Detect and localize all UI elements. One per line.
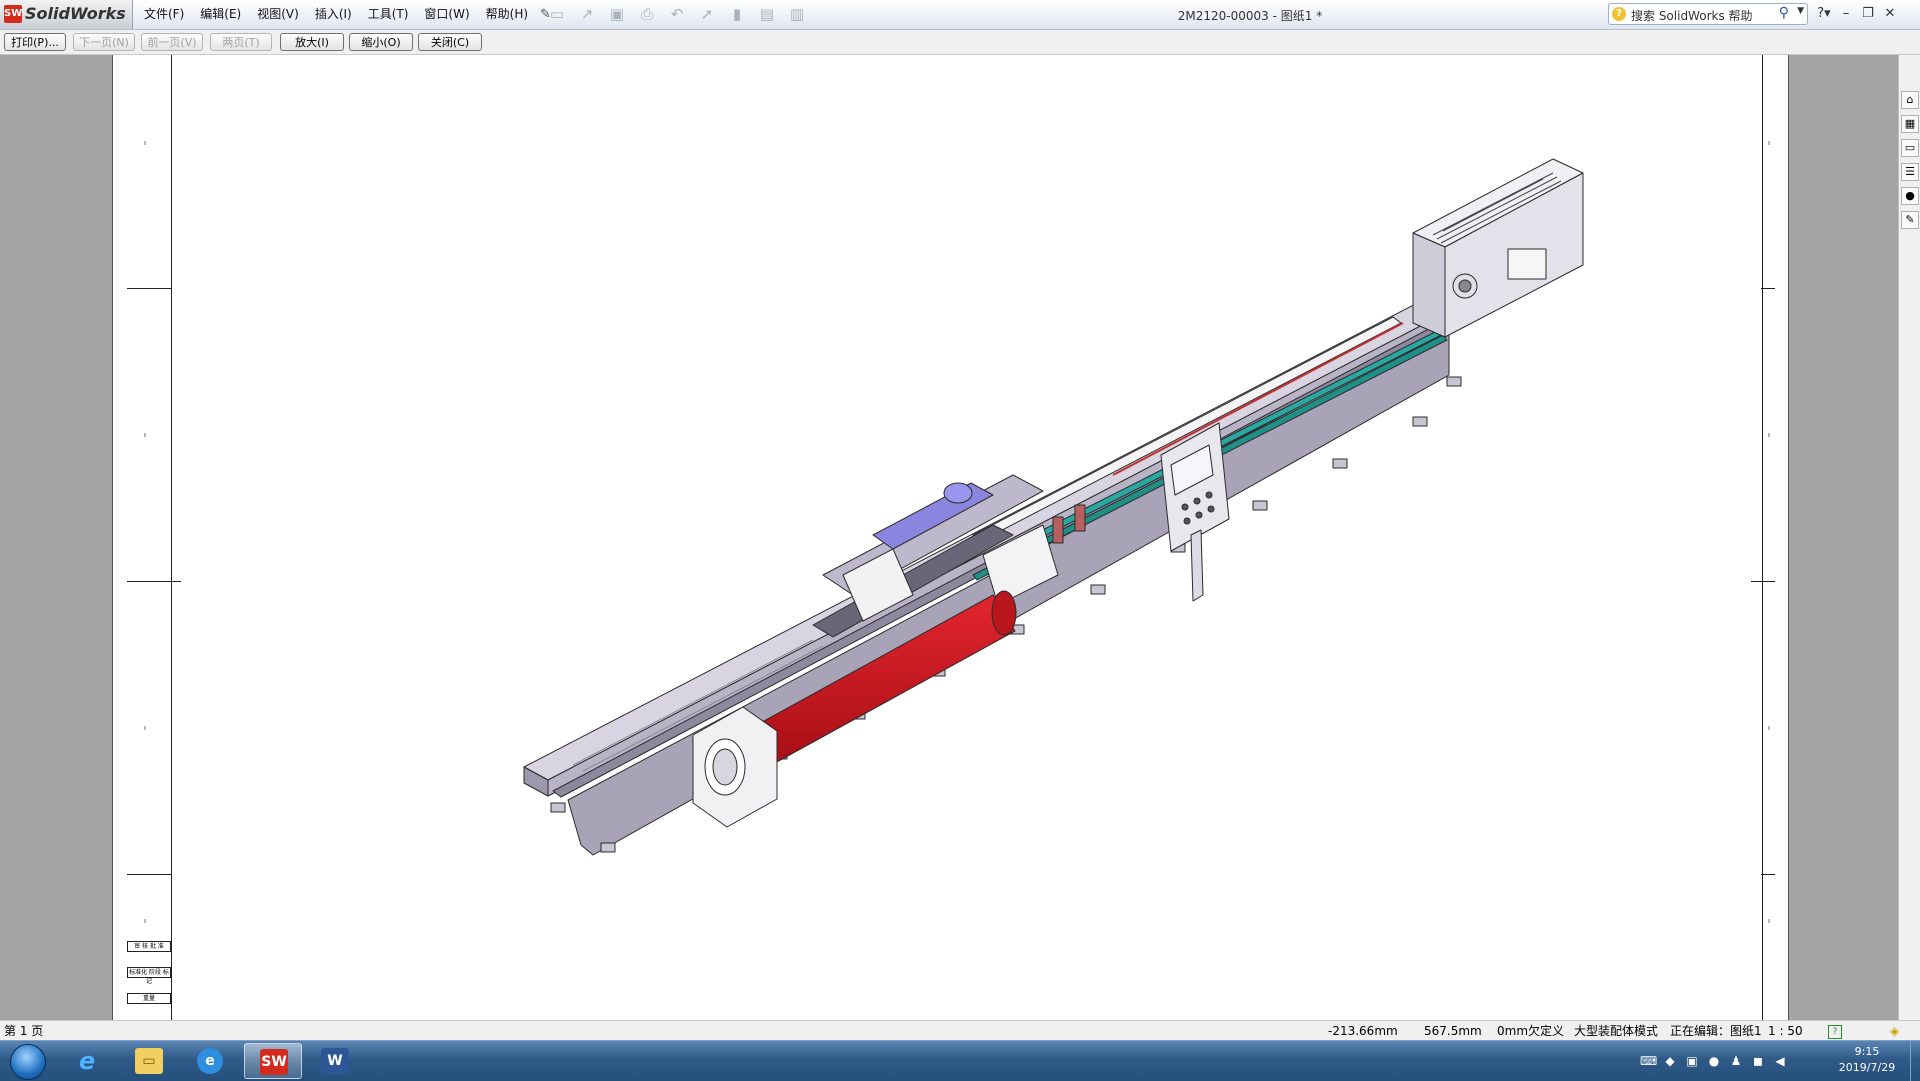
- menu-tools[interactable]: 工具(T): [360, 0, 417, 29]
- ie-icon: e: [197, 1048, 223, 1074]
- two-pages-button[interactable]: 两页(T): [210, 33, 272, 51]
- shield-icon[interactable]: ◆: [1662, 1053, 1678, 1069]
- new-document-icon[interactable]: ▭: [544, 4, 570, 24]
- next-page-button[interactable]: 下一页(N): [73, 33, 135, 51]
- start-orb-icon: [10, 1044, 46, 1080]
- post: [1074, 504, 1086, 532]
- restore-icon[interactable]: ❐: [1858, 4, 1878, 24]
- x-coordinate: -213.66mm: [1328, 1024, 1398, 1038]
- help-search-box[interactable]: ? 搜索 SolidWorks 帮助 ⚲ ▼: [1608, 3, 1808, 25]
- solidworks-logo[interactable]: SW SolidWorks: [0, 0, 133, 29]
- options-icon[interactable]: ▥: [784, 4, 810, 24]
- help-search-input[interactable]: 搜索 SolidWorks 帮助: [1631, 7, 1753, 24]
- network-icon[interactable]: ▣: [1684, 1053, 1700, 1069]
- clock-date: 2019/7/29: [1838, 1061, 1896, 1074]
- resources-icon[interactable]: ▦: [1901, 115, 1919, 133]
- headstock-window: [1507, 248, 1547, 280]
- page-indicator: 第 1 页: [4, 1024, 44, 1038]
- window-controls: ?▾ – ❐ ✕: [1814, 4, 1900, 24]
- drawing-sheet: ı ı ı ı ı ı ı ı 审 核 批 准 标准化 阶段 标记 重量: [112, 55, 1789, 1020]
- control-pillar: [1190, 529, 1204, 602]
- status-bar: 第 1 页 -213.66mm 567.5mm 0mm 欠定义 大型装配体模式 …: [0, 1020, 1920, 1041]
- taskbar-ie[interactable]: e: [58, 1043, 116, 1079]
- save-icon[interactable]: ▣: [604, 4, 630, 24]
- clock-time: 9:15: [1854, 1045, 1880, 1058]
- search-icon[interactable]: ⚲: [1779, 5, 1789, 21]
- definition-status: 欠定义: [1528, 1024, 1565, 1038]
- solidworks-icon: SW: [4, 5, 22, 23]
- word-icon: W: [321, 1048, 349, 1074]
- post: [1052, 516, 1064, 544]
- explorer-icon: ▭: [135, 1048, 163, 1074]
- menu-edit[interactable]: 编辑(E): [192, 0, 249, 29]
- guard-roll: [943, 482, 973, 504]
- system-clock[interactable]: 9:15 2019/7/29: [1822, 1044, 1912, 1076]
- help-question-icon: ?: [1612, 7, 1626, 21]
- solidworks-tray-icon[interactable]: ◼: [1750, 1053, 1766, 1069]
- file-properties-icon[interactable]: ▤: [754, 4, 780, 24]
- menu-file[interactable]: 文件(F): [136, 0, 192, 29]
- zoom-in-button[interactable]: 放大(I): [280, 33, 344, 51]
- rebuild-icon[interactable]: ▮: [724, 4, 750, 24]
- qq-icon[interactable]: ♟: [1728, 1053, 1744, 1069]
- menu-view[interactable]: 视图(V): [249, 0, 307, 29]
- menu-window[interactable]: 窗口(W): [416, 0, 477, 29]
- wechat-icon[interactable]: ●: [1706, 1053, 1722, 1069]
- taskbar-ie-2[interactable]: e: [182, 1043, 240, 1079]
- app-name: SolidWorks: [25, 4, 126, 23]
- custom-properties-icon[interactable]: ✎: [1901, 211, 1919, 229]
- y-coordinate: 567.5mm: [1424, 1024, 1482, 1038]
- folder-icon[interactable]: ▭: [1901, 139, 1919, 157]
- rebuild-status-icon[interactable]: ◈: [1890, 1021, 1899, 1041]
- close-icon[interactable]: ✕: [1880, 4, 1900, 24]
- editing-status: 正在编辑：图纸1: [1670, 1024, 1762, 1038]
- system-tray: ⌨ ◆ ▣ ● ♟ ◼ ◀: [1640, 1041, 1788, 1081]
- print-button[interactable]: 打印(P)...: [4, 33, 66, 51]
- print-icon[interactable]: ⎙: [634, 4, 660, 24]
- menu-help[interactable]: 帮助(H): [478, 0, 536, 29]
- zoom-out-button[interactable]: 缩小(O): [349, 33, 413, 51]
- taskbar-word[interactable]: W: [306, 1043, 364, 1079]
- design-library-icon[interactable]: ☰: [1901, 163, 1919, 181]
- chevron-down-icon[interactable]: ▼: [1797, 6, 1804, 16]
- print-preview-toolbar: 打印(P)... 下一页(N) 前一页(V) 两页(T) 放大(I) 缩小(O)…: [0, 30, 1920, 55]
- select-icon[interactable]: ➚: [694, 4, 720, 24]
- steady-rest-inner: [712, 748, 738, 786]
- headstock-side: [1412, 232, 1446, 338]
- volume-icon[interactable]: ◀: [1772, 1053, 1788, 1069]
- help-icon[interactable]: ?: [1828, 1025, 1842, 1039]
- windows-taskbar: e ▭ e SW W ⌨ ◆ ▣ ● ♟ ◼ ◀ 9:15 2019/7/29: [0, 1040, 1920, 1081]
- undo-icon[interactable]: ↶: [664, 4, 690, 24]
- z-coordinate: 0mm: [1497, 1024, 1529, 1038]
- quick-access-toolbar: ▭ ↗ ▣ ⎙ ↶ ➚ ▮ ▤ ▥: [544, 4, 810, 24]
- menu-bar: 文件(F) 编辑(E) 视图(V) 插入(I) 工具(T) 窗口(W) 帮助(H…: [136, 0, 554, 29]
- large-assembly-mode: 大型装配体模式: [1574, 1024, 1659, 1038]
- taskbar-explorer[interactable]: ▭: [120, 1043, 178, 1079]
- document-title: 2M2120-00003 - 图纸1 *: [1177, 9, 1323, 23]
- appearances-icon[interactable]: ●: [1901, 187, 1919, 205]
- help-menu-icon[interactable]: ?▾: [1814, 4, 1834, 24]
- title-menu-bar: SW SolidWorks 文件(F) 编辑(E) 视图(V) 插入(I) 工具…: [0, 0, 1920, 30]
- machine-isometric-view[interactable]: [113, 55, 1788, 1020]
- minimize-icon[interactable]: –: [1836, 4, 1856, 24]
- start-button[interactable]: [4, 1042, 50, 1080]
- task-pane-tabs: ⌂ ▦ ▭ ☰ ● ✎: [1898, 55, 1920, 1020]
- show-desktop-button[interactable]: [1910, 1041, 1920, 1081]
- keyboard-icon[interactable]: ⌨: [1640, 1053, 1657, 1069]
- solidworks-icon: SW: [260, 1049, 288, 1075]
- print-preview-area: ı ı ı ı ı ı ı ı 审 核 批 准 标准化 阶段 标记 重量: [0, 55, 1898, 1020]
- ie-icon: e: [78, 1047, 96, 1075]
- menu-insert[interactable]: 插入(I): [307, 0, 360, 29]
- taskbar-solidworks[interactable]: SW: [244, 1043, 302, 1079]
- home-icon[interactable]: ⌂: [1901, 91, 1919, 109]
- close-preview-button[interactable]: 关闭(C): [418, 33, 482, 51]
- sheet-scale[interactable]: 1 : 50: [1768, 1021, 1803, 1041]
- workpiece-end: [991, 590, 1017, 636]
- open-icon[interactable]: ↗: [574, 4, 600, 24]
- previous-page-button[interactable]: 前一页(V): [141, 33, 203, 51]
